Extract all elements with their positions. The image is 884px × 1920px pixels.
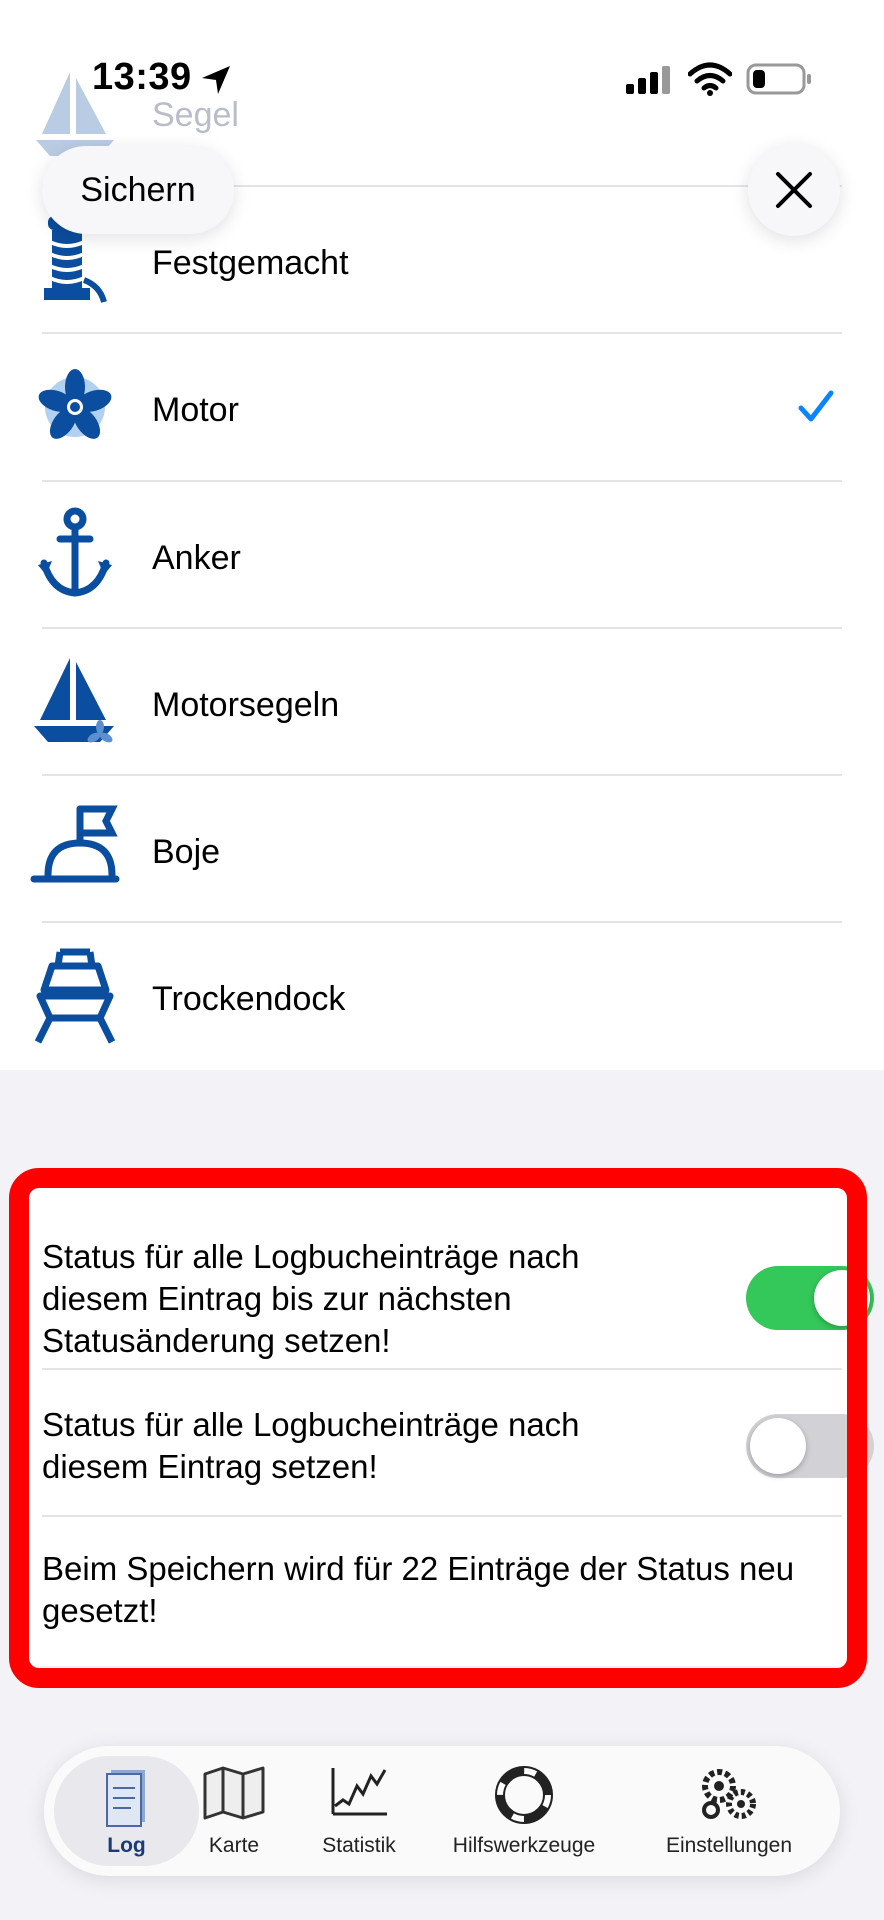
logbook-icon — [105, 1770, 145, 1827]
close-button[interactable] — [748, 144, 840, 236]
divider — [42, 627, 842, 629]
close-icon — [776, 172, 812, 208]
divider — [42, 1515, 842, 1517]
propeller-icon — [38, 369, 112, 439]
clock: 13:39 — [92, 56, 192, 98]
divider — [42, 921, 842, 923]
tab-label: Karte — [208, 1834, 260, 1857]
state-label: Anker — [152, 539, 241, 577]
state-label: Motorsegeln — [152, 686, 340, 724]
state-row-motor[interactable]: Motor — [0, 335, 884, 482]
buoy-icon — [30, 805, 120, 883]
tab-karte[interactable]: Karte — [174, 1746, 294, 1876]
tab-hilfswerkzeuge[interactable]: Hilfswerkzeuge — [444, 1746, 604, 1876]
battery-icon — [746, 63, 811, 95]
lifebuoy-icon — [495, 1766, 553, 1824]
cellular-signal-icon — [626, 66, 670, 94]
toggle-knob — [750, 1418, 806, 1474]
tab-label: Statistik — [322, 1834, 396, 1857]
divider — [42, 332, 842, 334]
chart-icon — [331, 1768, 387, 1816]
toggle-knob — [814, 1270, 870, 1326]
gears-icon — [702, 1769, 756, 1819]
status-bar: 13:39 — [0, 0, 884, 140]
save-button[interactable]: Sichern — [42, 146, 234, 234]
map-icon — [203, 1766, 265, 1820]
apply-all-following-toggle[interactable] — [746, 1414, 874, 1478]
option-apply-all-following-label: Status für alle Logbucheinträge nach die… — [42, 1406, 580, 1485]
divider — [42, 774, 842, 776]
apply-until-next-change-toggle[interactable] — [746, 1266, 874, 1330]
wifi-icon — [688, 62, 732, 96]
option-apply-until-next-change-label: Status für alle Logbucheinträge nach die… — [42, 1238, 580, 1359]
state-row-anker[interactable]: Anker — [0, 483, 884, 630]
state-label: Motor — [152, 391, 239, 429]
divider — [42, 480, 842, 482]
state-row-motorsegeln[interactable]: Motorsegeln — [0, 630, 884, 777]
location-arrow-icon — [202, 66, 230, 94]
tab-einstellungen[interactable]: Einstellungen — [644, 1746, 814, 1876]
motorsailer-icon — [34, 658, 114, 743]
state-row-trockendock[interactable]: Trockendock — [0, 924, 884, 1071]
divider — [42, 1368, 842, 1370]
tab-label: Hilfswerkzeuge — [452, 1834, 596, 1857]
checkmark-icon — [798, 390, 834, 422]
save-info-text: Beim Speichern wird für 22 Einträge der … — [42, 1550, 795, 1629]
drydock-icon — [34, 948, 116, 1044]
tab-bar: Log Karte Statistik Hilfswerkzeuge Einst… — [44, 1746, 840, 1876]
state-label: Trockendock — [152, 980, 346, 1018]
state-label: Boje — [152, 833, 221, 871]
state-row-boje[interactable]: Boje — [0, 777, 884, 924]
tab-statistik[interactable]: Statistik — [299, 1746, 419, 1876]
anchor-icon — [38, 507, 112, 597]
tab-label: Einstellungen — [665, 1834, 793, 1857]
state-label: Festgemacht — [152, 244, 349, 282]
